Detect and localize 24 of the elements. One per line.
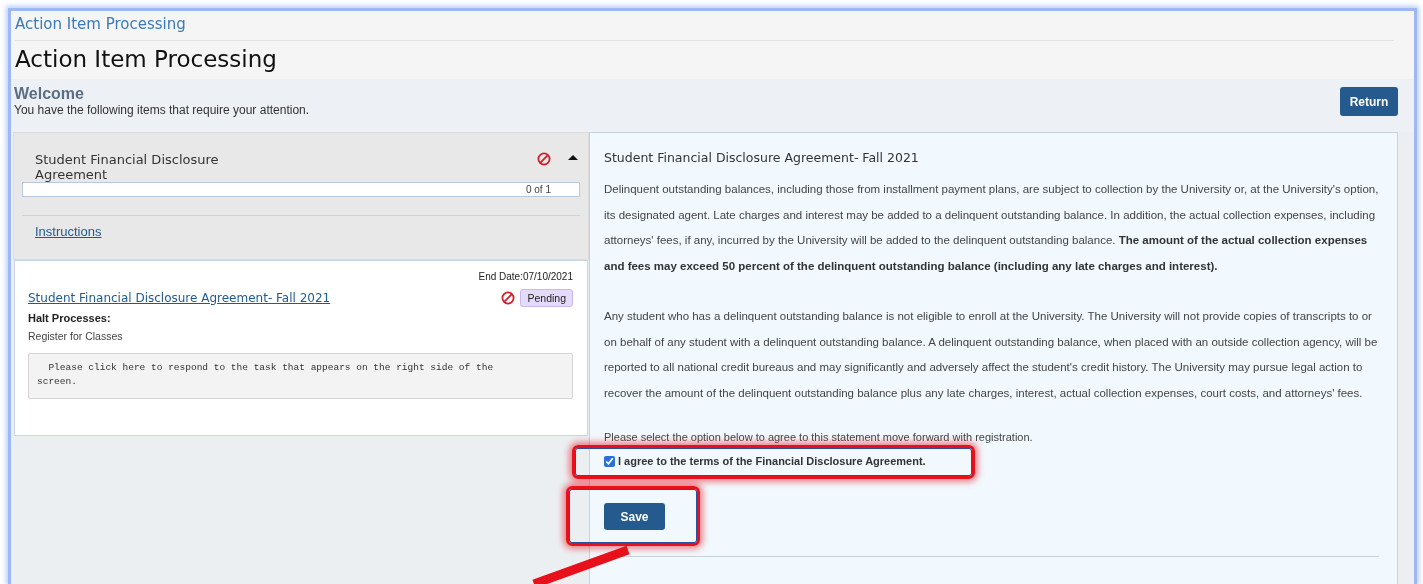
progress-text: 0 of 1 [525,183,551,196]
welcome-heading: Welcome [14,85,85,102]
save-button[interactable]: Save [604,503,665,530]
halt-process: Register for Classes [28,330,124,342]
agreement-paragraph: Delinquent outstanding balances, including those from installment payment plans, are subject to collection by the University or, at the University's option, its designated agent. Late charges and interest may be added to a delinquent outstanding balance. In addition, the actual collection expenses, including attorneys' fees, if any, incurred by the University will be added to the delinquent outstanding balance. The amount of the actual collection expenses and fees may exceed 50 percent of the delinquent outstanding balance (including any late charges and interest). [604,182,1379,274]
group-title: Student Financial Disclosure Agreement [35,152,220,182]
agreement-prompt: Please select the option below to agree to this statement move forward with registration. [604,431,1034,443]
return-button[interactable]: Return [1340,87,1398,116]
status-badge: Pending [520,289,573,307]
end-date: End Date:07/10/2021 [477,271,573,282]
task-hint[interactable]: Please click here to respond to the task that appears on the right side of the screen. [28,353,573,399]
welcome-message: You have the following items that require your attention. [14,102,310,118]
checkbox-label: I agree to the terms of the Financial Disclosure Agreement. [618,455,926,467]
instructions-link[interactable]: Instructions [35,224,102,239]
item-link[interactable]: Student Financial Disclosure Agreement- Fall 2021 [28,291,331,305]
breadcrumb-link[interactable]: Action Item Processing [15,11,1394,41]
agreement-title: Student Financial Disclosure Agreement- Fall 2021 [604,150,920,165]
blocked-icon [501,291,516,305]
agree-checkbox[interactable] [604,455,615,467]
agreement-paragraph: Any student who has a delinquent outstanding balance is not eligible to enroll at the University. The University will not provide copies of transcripts to or on behalf of any student with a delinquent outstanding balance. A delinquent outstanding balance, when placed with an outside collection agency, will be reported to all national credit bureaus and may significantly and adversely affect the student's credit history. The University may pursue legal action to recover the amount of the delinquent outstanding balance plus any late charges, interest, actual collection expenses, court costs, and attorneys' fees. [604,309,1379,401]
caret-icon[interactable] [568,155,578,160]
halt-label: Halt Processes: [28,312,112,324]
blocked-icon [537,152,551,166]
page-title: Action Item Processing [15,45,278,74]
